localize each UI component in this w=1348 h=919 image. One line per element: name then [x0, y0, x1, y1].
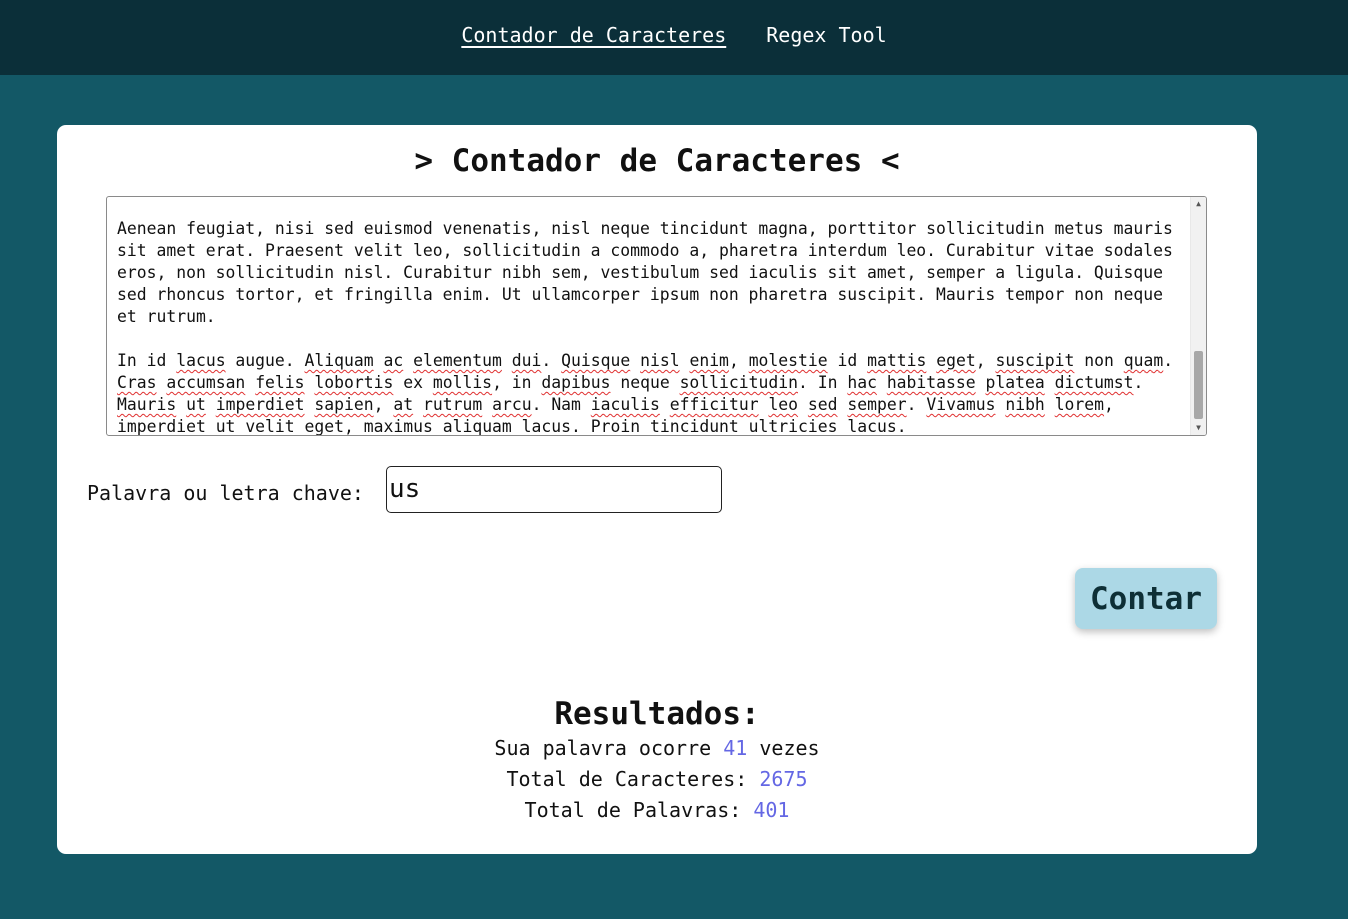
top-navbar: Contador de Caracteres Regex Tool [0, 0, 1348, 75]
nav-link-regex-tool[interactable]: Regex Tool [766, 23, 886, 47]
scroll-up-arrow-icon[interactable]: ▲ [1191, 197, 1206, 211]
words-value: 401 [753, 798, 790, 822]
occurrences-suffix: vezes [759, 736, 820, 760]
results-section: Resultados: Sua palavra ocorre 41 vezes … [57, 695, 1257, 826]
text-area-content[interactable]: Aenean feugiat, nisi sed euismod venenat… [117, 218, 1184, 436]
results-title: Resultados: [554, 696, 760, 732]
occurrences-value: 41 [723, 736, 748, 760]
chars-label: Total de Caracteres: [506, 767, 748, 791]
chars-value: 2675 [759, 767, 808, 791]
counter-card: > Contador de Caracteres < Aenean feugia… [57, 125, 1257, 854]
text-paragraph-1: Aenean feugiat, nisi sed euismod venenat… [117, 219, 1183, 326]
text-area-scrollbar[interactable]: ▲ ▼ [1190, 197, 1206, 435]
text-input-area[interactable]: Aenean feugiat, nisi sed euismod venenat… [106, 196, 1207, 436]
occurrences-line: Sua palavra ocorre 41 vezes [57, 733, 1257, 764]
words-label: Total de Palavras: [524, 798, 742, 822]
words-line: Total de Palavras: 401 [57, 795, 1257, 826]
occurrences-prefix: Sua palavra ocorre [494, 736, 712, 760]
keyword-label: Palavra ou letra chave: [87, 481, 364, 505]
chars-line: Total de Caracteres: 2675 [57, 764, 1257, 795]
count-button[interactable]: Contar [1075, 568, 1217, 629]
keyword-input[interactable]: us [386, 466, 722, 513]
scroll-down-arrow-icon[interactable]: ▼ [1191, 421, 1206, 435]
scroll-thumb[interactable] [1194, 351, 1203, 419]
page-title: > Contador de Caracteres < [414, 143, 900, 179]
nav-link-contador[interactable]: Contador de Caracteres [461, 23, 726, 47]
text-paragraph-2: In id lacus augue. Aliquam ac elementum … [117, 351, 1183, 436]
